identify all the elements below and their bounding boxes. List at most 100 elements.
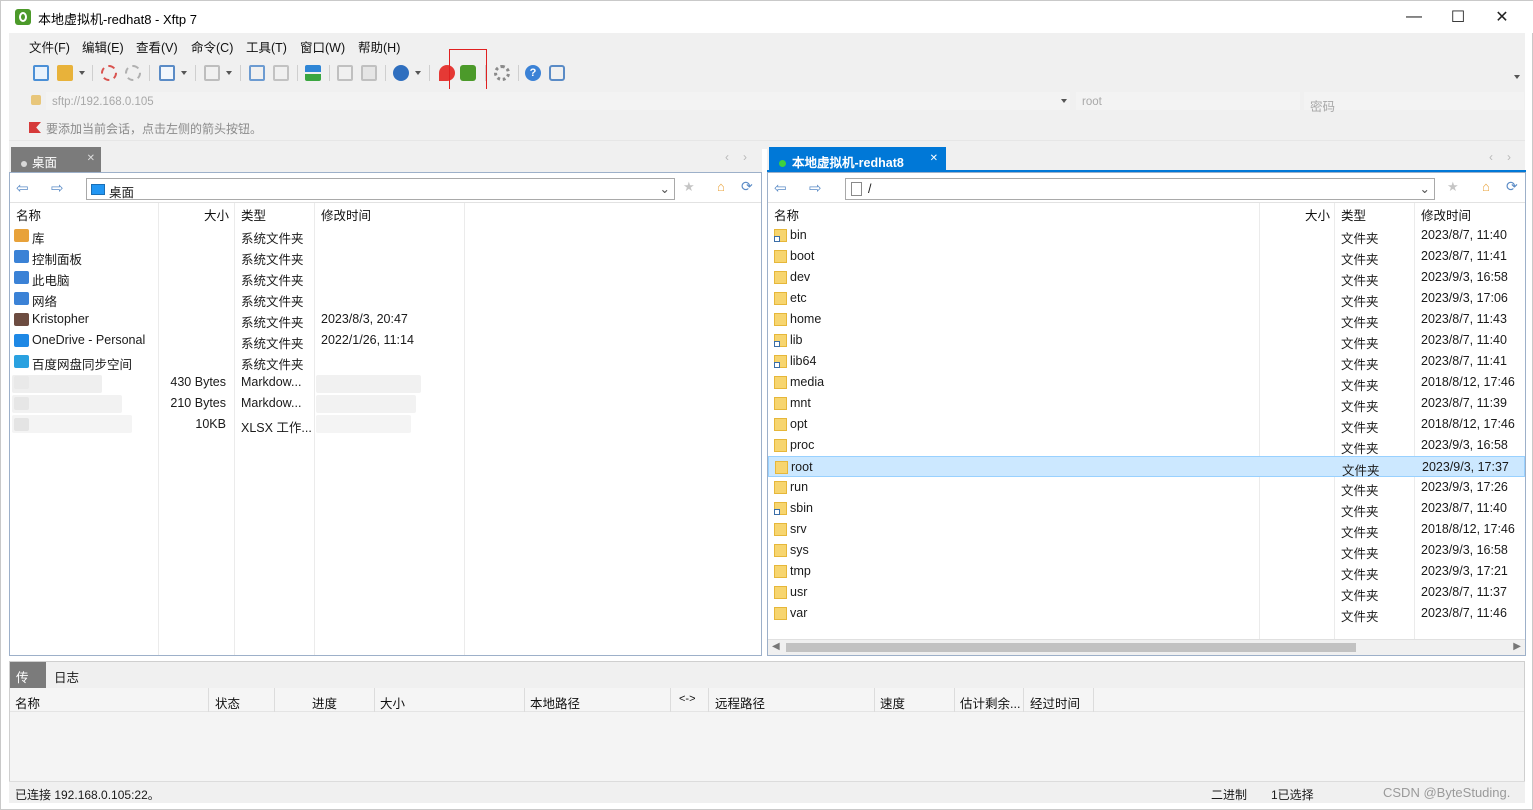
forward-arrow-icon[interactable]: ⇨ — [809, 179, 822, 197]
local-path-input[interactable]: 桌面 ⌄ — [86, 178, 675, 200]
transfer-col-local-path[interactable]: 本地路径 — [530, 693, 580, 712]
table-row[interactable]: proc 文件夹 2023/9/3, 16:58 — [768, 435, 1525, 456]
table-row[interactable]: root 文件夹 2023/9/3, 17:37 — [768, 456, 1525, 478]
transfer-col-direction[interactable]: <-> — [679, 693, 696, 705]
tab-scroll-right-icon[interactable]: › — [743, 150, 747, 164]
table-row[interactable]: 库 系统文件夹 — [10, 225, 761, 246]
transfer-col-elapsed[interactable]: 经过时间 — [1030, 693, 1080, 712]
cell-modified: 2023/8/7, 11:39 — [1421, 396, 1507, 410]
favorite-star-icon[interactable]: ★ — [683, 179, 695, 195]
copy-icon[interactable] — [337, 65, 353, 81]
table-row[interactable]: srv 文件夹 2018/8/12, 17:46 — [768, 519, 1525, 540]
col-header-size[interactable]: 大小 — [1305, 203, 1330, 225]
transfer-col-size[interactable]: 大小 — [380, 693, 405, 712]
transfer-col-status[interactable]: 状态 — [215, 693, 240, 712]
bookmark-arrow-icon[interactable] — [29, 122, 41, 133]
password-input[interactable]: 密码 — [1303, 91, 1525, 114]
table-row[interactable]: sys 文件夹 2023/9/3, 16:58 — [768, 540, 1525, 561]
favorite-star-icon[interactable]: ★ — [1447, 179, 1459, 195]
menu-help[interactable]: 帮助(H) — [358, 37, 400, 56]
settings-gear-icon[interactable] — [494, 65, 510, 81]
disconnect-icon[interactable] — [125, 65, 141, 81]
chevron-down-icon[interactable]: ⌄ — [1420, 181, 1430, 196]
globe-icon[interactable] — [393, 65, 409, 81]
col-header-type[interactable]: 类型 — [241, 203, 266, 225]
table-row[interactable]: etc 文件夹 2023/9/3, 17:06 — [768, 288, 1525, 309]
forward-arrow-icon[interactable]: ⇨ — [51, 179, 64, 197]
tab-redhat8[interactable]: 本地虚拟机-redhat8 ✕ — [769, 147, 946, 172]
table-row[interactable]: OneDrive - Personal 系统文件夹 2022/1/26, 11:14 — [10, 330, 761, 351]
chevron-down-icon[interactable]: ⌄ — [660, 181, 670, 196]
refresh-icon[interactable]: ⟳ — [1506, 178, 1518, 195]
tab-close-icon[interactable]: ✕ — [87, 153, 95, 164]
table-row[interactable]: boot 文件夹 2023/8/7, 11:41 — [768, 246, 1525, 267]
open-folder-icon[interactable] — [57, 65, 73, 81]
table-row[interactable]: Kristopher 系统文件夹 2023/8/3, 20:47 — [10, 309, 761, 330]
tab-scroll-left-icon[interactable]: ‹ — [1489, 150, 1493, 164]
table-row[interactable]: home 文件夹 2023/8/7, 11:43 — [768, 309, 1525, 330]
connect-icon[interactable] — [101, 65, 117, 81]
table-row[interactable]: lib64 文件夹 2023/8/7, 11:41 — [768, 351, 1525, 372]
table-row[interactable]: usr 文件夹 2023/8/7, 11:37 — [768, 582, 1525, 603]
back-arrow-icon[interactable]: ⇦ — [16, 179, 29, 197]
maximize-button[interactable]: ☐ — [1435, 1, 1481, 33]
host-address-input[interactable]: sftp://192.168.0.105 — [45, 91, 1071, 111]
table-row[interactable]: 网络 系统文件夹 — [10, 288, 761, 309]
table-row[interactable]: run 文件夹 2023/9/3, 17:26 — [768, 477, 1525, 498]
transfer-col-name[interactable]: 名称 — [15, 693, 40, 712]
col-header-size[interactable]: 大小 — [204, 203, 229, 225]
table-row[interactable]: var 文件夹 2023/8/7, 11:46 — [768, 603, 1525, 624]
username-input[interactable]: root — [1075, 91, 1301, 111]
menu-window[interactable]: 窗口(W) — [300, 37, 345, 56]
menu-edit[interactable]: 编辑(E) — [82, 37, 124, 56]
tab-scroll-left-icon[interactable]: ‹ — [725, 150, 729, 164]
transfer-col-speed[interactable]: 速度 — [880, 693, 905, 712]
table-row[interactable]: sbin 文件夹 2023/8/7, 11:40 — [768, 498, 1525, 519]
view-icon[interactable] — [204, 65, 220, 81]
scrollbar-thumb[interactable] — [786, 643, 1356, 652]
table-row[interactable]: dev 文件夹 2023/9/3, 16:58 — [768, 267, 1525, 288]
horizontal-scrollbar[interactable]: ◀ ▶ — [768, 639, 1525, 655]
back-arrow-icon[interactable]: ⇦ — [774, 179, 787, 197]
table-row[interactable]: 控制面板 系统文件夹 — [10, 246, 761, 267]
tab-close-icon[interactable]: ✕ — [930, 153, 938, 164]
new-session-icon[interactable] — [33, 65, 49, 81]
menu-command[interactable]: 命令(C) — [191, 37, 233, 56]
table-row[interactable]: mnt 文件夹 2023/8/7, 11:39 — [768, 393, 1525, 414]
home-icon[interactable]: ⌂ — [1482, 179, 1490, 194]
table-row[interactable]: opt 文件夹 2018/8/12, 17:46 — [768, 414, 1525, 435]
col-header-modified[interactable]: 修改时间 — [321, 203, 371, 225]
remote-path-input[interactable]: / ⌄ — [845, 178, 1435, 200]
table-row[interactable]: 百度网盘同步空间 系统文件夹 — [10, 351, 761, 372]
col-header-name[interactable]: 名称 — [774, 203, 799, 225]
minimize-button[interactable]: — — [1391, 1, 1437, 33]
feedback-chat-icon[interactable] — [549, 65, 565, 81]
close-button[interactable]: ✕ — [1479, 1, 1525, 33]
menu-view[interactable]: 查看(V) — [136, 37, 178, 56]
new-window-icon[interactable] — [159, 65, 175, 81]
properties-icon[interactable] — [273, 65, 289, 81]
refresh-icon[interactable]: ⟳ — [741, 178, 753, 195]
col-header-type[interactable]: 类型 — [1341, 203, 1366, 225]
home-icon[interactable]: ⌂ — [717, 179, 725, 194]
table-row[interactable]: media 文件夹 2018/8/12, 17:46 — [768, 372, 1525, 393]
paste-icon[interactable] — [361, 65, 377, 81]
transfer-col-progress[interactable]: 进度 — [312, 693, 337, 712]
help-icon[interactable]: ? — [525, 65, 541, 81]
table-row[interactable]: tmp 文件夹 2023/9/3, 17:21 — [768, 561, 1525, 582]
menu-tools[interactable]: 工具(T) — [246, 37, 287, 56]
transfer-icon[interactable] — [305, 65, 321, 81]
col-header-name[interactable]: 名称 — [16, 203, 41, 225]
up-folder-icon[interactable] — [249, 65, 265, 81]
tab-transfer[interactable]: 传输 — [10, 662, 46, 704]
tab-desktop[interactable]: 桌面 ✕ — [11, 147, 101, 172]
table-row[interactable]: bin 文件夹 2023/8/7, 11:40 — [768, 225, 1525, 246]
col-header-modified[interactable]: 修改时间 — [1421, 203, 1471, 225]
transfer-col-eta[interactable]: 估计剩余... — [960, 693, 1020, 712]
table-row[interactable]: 此电脑 系统文件夹 — [10, 267, 761, 288]
menu-file[interactable]: 文件(F) — [29, 37, 70, 56]
tab-log[interactable]: 日志 — [48, 662, 85, 688]
table-row[interactable]: lib 文件夹 2023/8/7, 11:40 — [768, 330, 1525, 351]
transfer-col-remote-path[interactable]: 远程路径 — [715, 693, 765, 712]
tab-scroll-right-icon[interactable]: › — [1507, 150, 1511, 164]
